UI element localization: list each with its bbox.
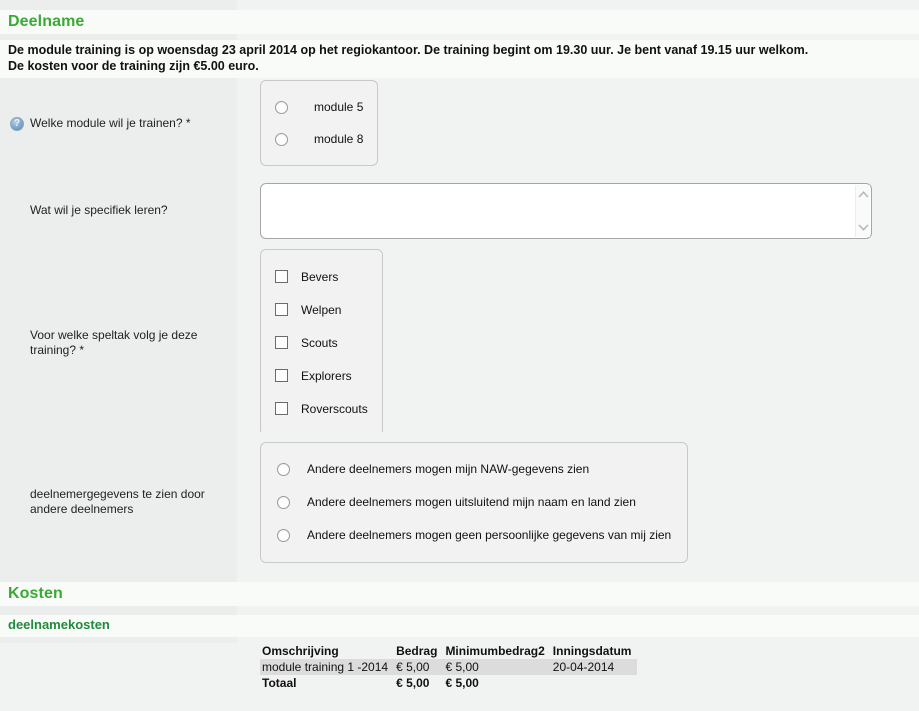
deelnamekosten-title: deelnamekosten [8, 617, 110, 632]
radio-button-module-8[interactable] [275, 132, 288, 146]
checkbox-label-roverscouts: Roverscouts [301, 401, 368, 416]
section-header-deelname: Deelname [0, 10, 919, 34]
checkbox-label-explorers: Explorers [301, 368, 352, 383]
total-label: Totaal [262, 676, 297, 690]
kosten-strip-right [237, 572, 919, 582]
col-header-minimumbedrag2: Minimumbedrag2 [445, 644, 545, 658]
label-cell-privacy: deelnemergegevens te zien door andere de… [0, 432, 237, 572]
field-label-privacy: deelnemergegevens te zien door andere de… [30, 487, 205, 516]
col-header-omschrijving: Omschrijving [262, 644, 339, 658]
checkbox-label-welpen: Welpen [301, 302, 342, 317]
kosten-top-strip [0, 572, 919, 582]
label-cell-specifiek: Wat wil je specifiek leren? [0, 168, 237, 253]
field-label-specifiek: Wat wil je specifiek leren? [30, 203, 168, 217]
checkbox-group-speltak: Bevers Welpen Scouts Explorers Roverscou… [260, 249, 383, 436]
radio-option-module-8[interactable]: module 8 [275, 123, 363, 155]
radio-label-naam-land: Andere deelnemers mogen uitsluitend mijn… [307, 495, 636, 509]
field-cell-specifiek [237, 168, 919, 253]
label-cell-module: Welke module wil je trainen? * [0, 78, 237, 168]
checkbox-bevers[interactable] [275, 270, 288, 283]
kosten-underline-right [237, 606, 919, 615]
specifiek-leren-textarea[interactable] [260, 182, 872, 239]
table-header-row: Omschrijving Bedrag Minimumbedrag2 Innin… [260, 643, 637, 659]
kosten-title: Kosten [8, 585, 63, 602]
field-cell-speltak: Bevers Welpen Scouts Explorers Roverscou… [237, 249, 919, 436]
checkbox-roverscouts[interactable] [275, 402, 288, 415]
title-underline-strip [0, 34, 919, 40]
radio-label-module-8: module 8 [314, 132, 364, 146]
top-strip-left [0, 0, 237, 10]
section-header-kosten: Kosten [0, 582, 919, 606]
table-total-row: Totaal € 5,00 € 5,00 [260, 675, 637, 691]
field-cell-privacy: Andere deelnemers mogen mijn NAW-gegeven… [237, 432, 919, 572]
checkbox-option-bevers[interactable]: Bevers [275, 260, 368, 293]
chevron-down-icon[interactable] [857, 223, 869, 231]
chevron-up-icon[interactable] [857, 190, 869, 198]
field-label-module: Welke module wil je trainen? * [30, 115, 191, 130]
textarea-scrollbar[interactable] [855, 184, 870, 237]
form-row-module: Welke module wil je trainen? * module 5 … [0, 78, 919, 168]
kosten-table-area: Omschrijving Bedrag Minimumbedrag2 Innin… [0, 643, 919, 703]
radio-label-module-5: module 5 [314, 100, 364, 114]
form-row-privacy: deelnemergegevens te zien door andere de… [0, 432, 919, 572]
radio-group-module: module 5 module 8 [260, 80, 379, 166]
radio-option-naw[interactable]: Andere deelnemers mogen mijn NAW-gegeven… [277, 453, 671, 486]
field-label-speltak: Voor welke speltak volg je deze training… [30, 327, 198, 357]
checkbox-option-explorers[interactable]: Explorers [275, 359, 368, 392]
total-minimumbedrag2: € 5,00 [445, 676, 479, 690]
total-bedrag: € 5,00 [396, 676, 430, 690]
help-icon[interactable] [10, 116, 24, 131]
radio-option-naam-land[interactable]: Andere deelnemers mogen uitsluitend mijn… [277, 486, 671, 519]
checkbox-option-welpen[interactable]: Welpen [275, 293, 368, 326]
col-header-inningsdatum: Inningsdatum [552, 644, 632, 658]
intro-line-1: De module training is op woensdag 23 apr… [8, 43, 809, 57]
top-strip [0, 0, 919, 10]
form-row-speltak: Voor welke speltak volg je deze training… [0, 249, 919, 436]
kosten-underline-left [0, 606, 237, 615]
kosten-table: Omschrijving Bedrag Minimumbedrag2 Innin… [260, 643, 638, 691]
title-strip-left [0, 34, 237, 40]
radio-option-geen-gegevens[interactable]: Andere deelnemers mogen geen persoonlijk… [277, 519, 671, 552]
radio-button-module-5[interactable] [275, 100, 288, 114]
cell-bedrag: € 5,00 [394, 659, 444, 675]
radio-label-geen-gegevens: Andere deelnemers mogen geen persoonlijk… [307, 528, 672, 542]
field-cell-module: module 5 module 8 [237, 78, 919, 168]
kosten-table-left-pad [0, 643, 237, 703]
radio-button-naw[interactable] [277, 462, 290, 476]
checkbox-explorers[interactable] [275, 369, 288, 382]
radio-option-module-5[interactable]: module 5 [275, 91, 363, 123]
top-strip-right [237, 0, 919, 10]
label-cell-speltak: Voor welke speltak volg je deze training… [0, 253, 237, 432]
page-title: Deelname [8, 13, 85, 30]
intro-line-2: De kosten voor de training zijn €5.00 eu… [8, 59, 259, 73]
deelname-form-page: Deelname De module training is op woensd… [0, 0, 919, 703]
checkbox-option-scouts[interactable]: Scouts [275, 326, 368, 359]
radio-group-privacy: Andere deelnemers mogen mijn NAW-gegeven… [260, 441, 689, 563]
checkbox-welpen[interactable] [275, 303, 288, 316]
kosten-underline-strip [0, 606, 919, 615]
col-header-bedrag: Bedrag [396, 644, 438, 658]
kosten-strip-left [0, 572, 237, 582]
intro-paragraph: De module training is op woensdag 23 apr… [0, 40, 919, 78]
cell-omschrijving: module training 1 -2014 [260, 659, 395, 675]
total-inningsdatum [551, 675, 638, 691]
cell-minimumbedrag2: € 5,00 [443, 659, 551, 675]
textarea-wrapper [260, 182, 872, 239]
checkbox-scouts[interactable] [275, 336, 288, 349]
checkbox-label-bevers: Bevers [301, 269, 339, 284]
kosten-table-holder: Omschrijving Bedrag Minimumbedrag2 Innin… [237, 643, 638, 703]
title-strip-right [237, 34, 919, 40]
section-subheader-deelnamekosten: deelnamekosten [0, 615, 919, 637]
checkbox-option-roverscouts[interactable]: Roverscouts [275, 392, 368, 425]
form-row-specifiek: Wat wil je specifiek leren? [0, 168, 919, 253]
radio-button-geen-gegevens[interactable] [277, 528, 290, 542]
cell-inningsdatum: 20-04-2014 [550, 659, 638, 675]
checkbox-label-scouts: Scouts [301, 335, 338, 350]
table-row: module training 1 -2014 € 5,00 € 5,00 20… [260, 659, 638, 675]
radio-button-naam-land[interactable] [277, 495, 290, 509]
radio-label-naw: Andere deelnemers mogen mijn NAW-gegeven… [307, 462, 590, 476]
